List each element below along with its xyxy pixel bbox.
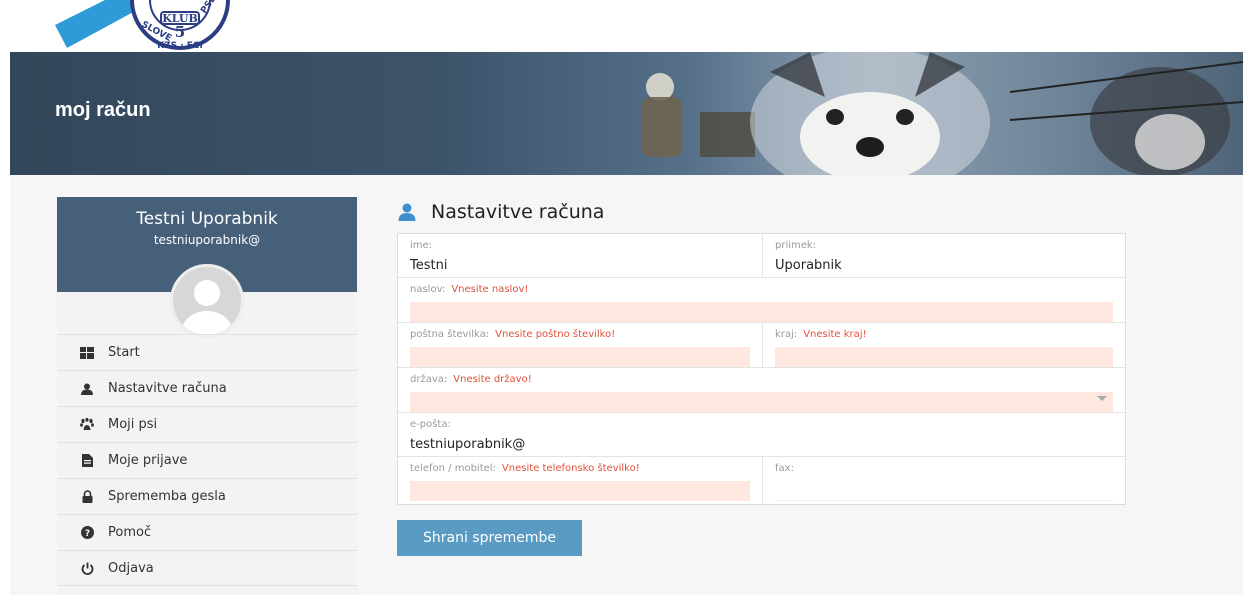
city-field[interactable]: kraj: Vnesite kraj! xyxy=(762,323,1125,367)
paw-icon xyxy=(80,418,94,432)
phone-error: Vnesite telefonsko številko! xyxy=(501,463,640,474)
main-panel: Nastavitve računa ime: Testni priimek: U… xyxy=(397,197,1127,556)
form-row: poštna številka: Vnesite poštno številko!… xyxy=(398,323,1125,368)
first-name-field[interactable]: ime: Testni xyxy=(398,234,762,277)
svg-text:KZS · FCI: KZS · FCI xyxy=(157,41,203,51)
email-field[interactable]: e-pošta: testniuporabnik@ xyxy=(398,413,1125,456)
svg-text:5: 5 xyxy=(175,23,185,41)
first-name-label: ime: xyxy=(410,240,433,251)
phone-input[interactable] xyxy=(410,481,750,501)
section-title-text: Nastavitve računa xyxy=(431,201,605,223)
form-row: telefon / mobitel: Vnesite telefonsko šte… xyxy=(398,457,1125,504)
top-bar: KLUB 5 SLOVE PSE 3 KZS · FCI xyxy=(0,0,1243,52)
sidebar-item-label: Moji psi xyxy=(108,417,158,432)
sidebar: Testni Uporabnik testniuporabnik@ Start … xyxy=(57,197,357,595)
city-label: kraj: xyxy=(775,329,798,340)
postal-code-error: Vnesite poštno številko! xyxy=(495,329,616,340)
city-error: Vnesite kraj! xyxy=(803,329,867,340)
postal-code-field[interactable]: poštna številka: Vnesite poštno številko! xyxy=(398,323,762,367)
user-icon xyxy=(398,203,416,221)
last-name-value[interactable]: Uporabnik xyxy=(775,254,1113,278)
file-icon xyxy=(80,454,94,468)
account-form: ime: Testni priimek: Uporabnik naslov: Vn… xyxy=(397,233,1126,505)
phone-label: telefon / mobitel: xyxy=(410,463,496,474)
address-error: Vnesite naslov! xyxy=(451,284,529,295)
fax-input[interactable] xyxy=(775,481,1113,501)
country-select[interactable] xyxy=(410,392,1113,412)
form-row: ime: Testni priimek: Uporabnik xyxy=(398,234,1125,278)
svg-text:?: ? xyxy=(84,529,89,539)
country-error: Vnesite državo! xyxy=(453,374,532,385)
phone-field[interactable]: telefon / mobitel: Vnesite telefonsko šte… xyxy=(398,457,762,504)
first-name-value[interactable]: Testni xyxy=(410,254,750,278)
sidebar-item-logout[interactable]: Odjava xyxy=(57,550,357,586)
sidebar-item-label: Nastavitve računa xyxy=(108,381,227,396)
question-icon: ? xyxy=(80,526,94,540)
sidebar-item-label: Start xyxy=(108,345,140,360)
lock-icon xyxy=(80,490,94,504)
sidebar-item-label: Moje prijave xyxy=(108,453,188,468)
country-field[interactable]: država: Vnesite državo! xyxy=(398,368,1125,412)
hero-photo xyxy=(642,52,1243,175)
profile-email: testniuporabnik@ xyxy=(153,233,261,247)
user-avatar-icon xyxy=(181,280,233,335)
form-row: e-pošta: testniuporabnik@ xyxy=(398,413,1125,457)
page-title: moj račun xyxy=(55,99,151,121)
email-value[interactable]: testniuporabnik@ xyxy=(410,433,1113,457)
sidebar-item-label: Odjava xyxy=(108,560,154,576)
sidebar-nav: Start Nastavitve računa Moji psi Moje pr… xyxy=(57,334,357,586)
email-label: e-pošta: xyxy=(410,419,451,430)
club-logo[interactable]: KLUB 5 SLOVE PSE 3 KZS · FCI xyxy=(55,0,305,52)
sidebar-item-label: Pomoč xyxy=(108,525,152,540)
postal-code-label: poštna številka: xyxy=(410,329,490,340)
sidebar-item-help[interactable]: ? Pomoč xyxy=(57,514,357,550)
save-button[interactable]: Shrani spremembe xyxy=(397,520,582,556)
address-label: naslov: xyxy=(410,284,446,295)
sidebar-item-my-registrations[interactable]: Moje prijave xyxy=(57,442,357,478)
user-icon xyxy=(80,382,94,396)
windows-icon xyxy=(80,346,94,360)
sidebar-item-label: Sprememba gesla xyxy=(108,489,226,504)
sidebar-item-change-password[interactable]: Sprememba gesla xyxy=(57,478,357,514)
last-name-label: priimek: xyxy=(775,240,817,251)
power-icon xyxy=(80,561,94,575)
profile-name: Testni Uporabnik xyxy=(136,209,278,229)
last-name-field[interactable]: priimek: Uporabnik xyxy=(762,234,1125,277)
form-row: naslov: Vnesite naslov! xyxy=(398,278,1125,323)
section-title: Nastavitve računa xyxy=(397,197,1127,227)
country-label: država: xyxy=(410,374,448,385)
postal-code-input[interactable] xyxy=(410,347,750,367)
address-input[interactable] xyxy=(410,302,1113,322)
avatar[interactable] xyxy=(170,264,244,338)
sidebar-item-start[interactable]: Start xyxy=(57,334,357,370)
address-field[interactable]: naslov: Vnesite naslov! xyxy=(398,278,1125,322)
sidebar-item-account-settings[interactable]: Nastavitve računa xyxy=(57,370,357,406)
form-row: država: Vnesite državo! xyxy=(398,368,1125,413)
sidebar-item-my-dogs[interactable]: Moji psi xyxy=(57,406,357,442)
chevron-down-icon[interactable] xyxy=(1097,396,1107,401)
city-input[interactable] xyxy=(775,347,1113,367)
hero-banner: moj račun xyxy=(10,52,1243,175)
fax-field[interactable]: fax: xyxy=(762,457,1125,504)
fax-label: fax: xyxy=(775,463,794,474)
